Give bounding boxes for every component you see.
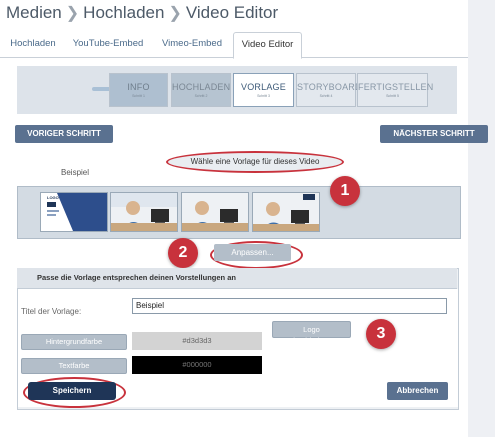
template-prompt: Wähle eine Vorlage für dieses Video: [166, 151, 344, 173]
step-fertigstellen-label: FERTIGSTELLEN: [358, 82, 434, 92]
background-color-field[interactable]: #d3d3d3: [132, 332, 262, 350]
template-preview-photo: [111, 193, 177, 231]
template-name-input[interactable]: Beispiel: [132, 298, 447, 314]
step-storyboard[interactable]: STORYBOARD Schritt 4: [296, 73, 362, 107]
callout-badge-1: 1: [330, 176, 360, 206]
step-vorlage-label: VORLAGE: [241, 82, 286, 92]
tab-youtube-embed[interactable]: YouTube-Embed: [70, 32, 146, 56]
step-vorlage-sub: Schritt 3: [257, 94, 270, 98]
step-hochladen[interactable]: HOCHLADEN Schritt 2: [171, 73, 231, 107]
tab-video-editor[interactable]: Video Editor: [233, 32, 302, 59]
tab-vimeo-embed[interactable]: Vimeo-Embed: [156, 32, 228, 56]
text-color-field[interactable]: #000000: [132, 356, 262, 374]
upload-logo-button-subtext: hochladen: [293, 336, 328, 345]
step-vorlage[interactable]: VORLAGE Schritt 3: [233, 73, 294, 107]
customize-button[interactable]: Anpassen...: [214, 244, 291, 261]
tab-bar: Hochladen YouTube-Embed Vimeo-Embed Vide…: [0, 32, 468, 59]
callout-badge-3: 3: [366, 319, 396, 349]
next-step-button[interactable]: NÄCHSTER SCHRITT: [380, 125, 488, 143]
breadcrumb: Medien ❯ Hochladen ❯ Video Editor: [6, 3, 278, 23]
previous-step-button[interactable]: VORIGER SCHRITT: [15, 125, 113, 143]
template-thumbnail-4[interactable]: [252, 192, 320, 232]
template-preview-photo: [182, 193, 248, 231]
template-thumbnail-3[interactable]: [181, 192, 249, 232]
text-color-label[interactable]: Textfarbe: [21, 358, 127, 374]
breadcrumb-hochladen[interactable]: Hochladen: [83, 3, 164, 23]
example-label: Beispiel: [61, 168, 90, 177]
breadcrumb-medien[interactable]: Medien: [6, 3, 62, 23]
step-hochladen-label: HOCHLADEN: [172, 82, 231, 92]
template-name-label: Titel der Vorlage:: [21, 307, 82, 316]
callout-badge-2: 2: [168, 238, 198, 268]
step-info[interactable]: INFO Schritt 1: [109, 73, 168, 107]
step-fertigstellen-sub: Schritt 5: [386, 94, 399, 98]
panel-heading-text: Passe die Vorlage entsprechen deinen Vor…: [37, 273, 236, 282]
cancel-button[interactable]: Abbrechen: [387, 382, 448, 400]
template-thumbnail-1[interactable]: LOGO: [40, 192, 108, 232]
step-fertigstellen[interactable]: FERTIGSTELLEN Schritt 5: [357, 73, 434, 107]
step-storyboard-label: STORYBOARD: [297, 82, 362, 92]
breadcrumb-video-editor: Video Editor: [185, 3, 279, 22]
step-info-label: INFO: [127, 82, 150, 92]
right-scroll-gutter: [468, 0, 495, 437]
background-color-label[interactable]: Hintergrundfarbe: [21, 334, 127, 350]
step-storyboard-sub: Schritt 4: [319, 94, 333, 98]
template-logo-text: LOGO: [47, 195, 59, 200]
panel-heading: Passe die Vorlage entsprechen deinen Vor…: [17, 268, 457, 289]
save-button[interactable]: Speichern: [28, 382, 116, 400]
tab-hochladen[interactable]: Hochladen: [7, 32, 59, 56]
step-hochladen-sub: Schritt 2: [194, 94, 208, 98]
chevron-right-icon: ❯: [65, 5, 80, 22]
chevron-right-icon: ❯: [168, 5, 182, 22]
template-thumbnail-2[interactable]: [110, 192, 178, 232]
step-info-sub: Schritt 1: [132, 94, 145, 98]
template-preview-photo: [253, 193, 319, 231]
